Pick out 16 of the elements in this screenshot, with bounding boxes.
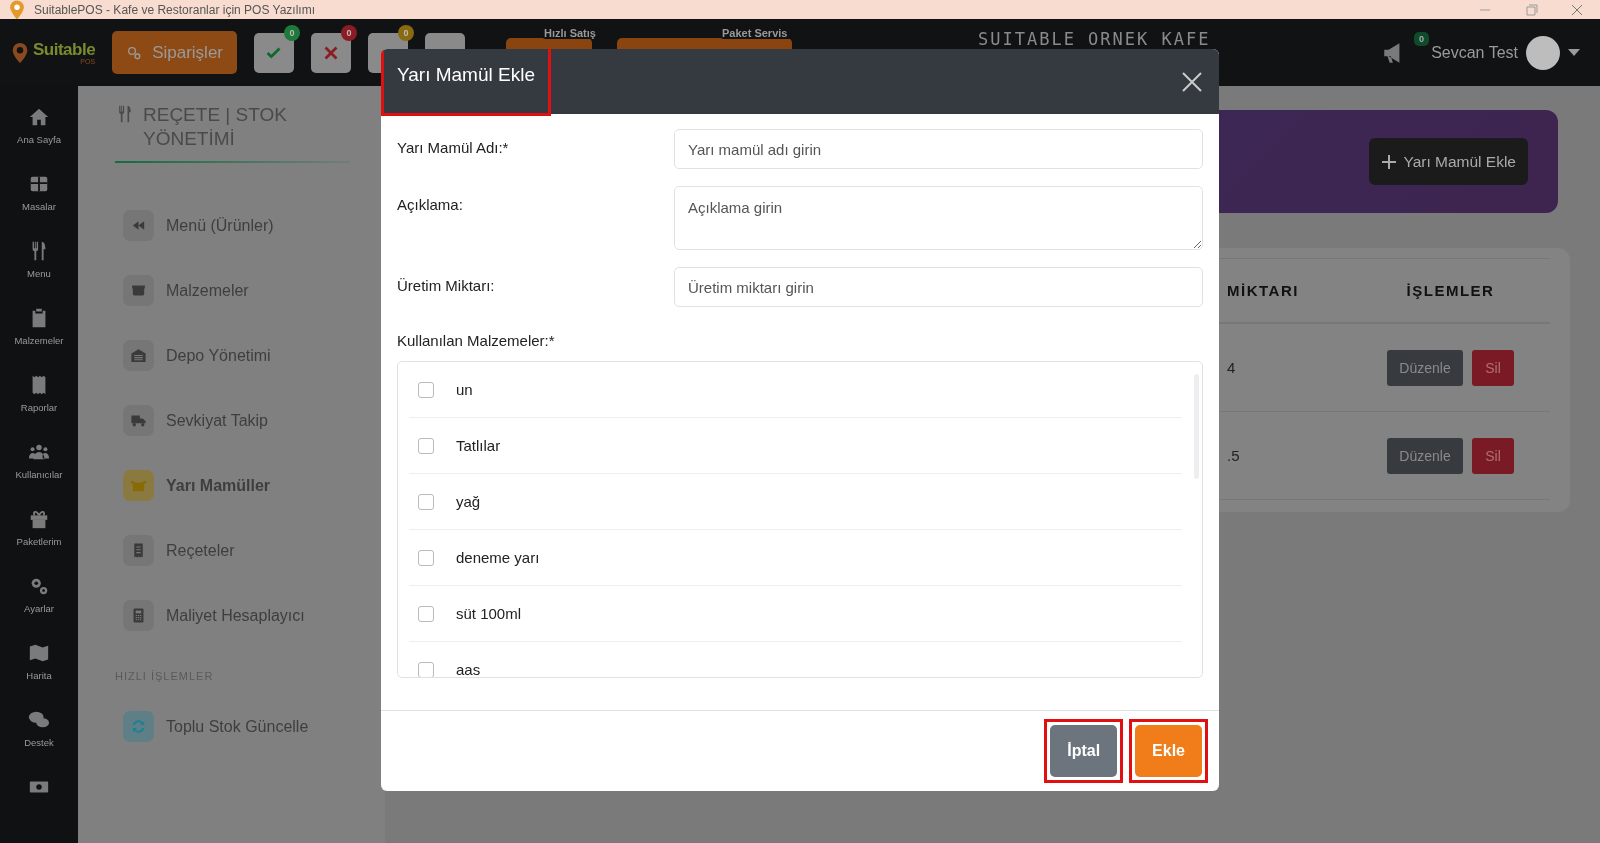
column-header: İŞLEMLER [1406, 282, 1495, 299]
table-cell: .5 [1227, 447, 1240, 464]
logo-name: Suitable [33, 40, 96, 58]
table-cell: 4 [1227, 359, 1236, 376]
count-badge: 0 [341, 24, 357, 41]
count-badge: 0 [398, 24, 414, 41]
field-label: Üretim Miktarı: [397, 276, 496, 296]
dialog-title: Yarı Mamül Ekle [381, 49, 551, 116]
window-title: SuitablePOS - Kafe ve Restoranlar için POS Yazılımı [34, 2, 316, 17]
field-label: Yarı Mamül Adı:* [397, 138, 510, 158]
column-header: MİKTARI [1227, 282, 1299, 299]
count-badge: 0 [1414, 31, 1430, 46]
field-label: Kullanılan Malzemeler:* [397, 332, 556, 349]
field-label: Açıklama: [397, 195, 464, 215]
cafe-name: SUITABLE ORNEK KAFE [978, 29, 1211, 49]
count-badge: 0 [284, 24, 300, 41]
